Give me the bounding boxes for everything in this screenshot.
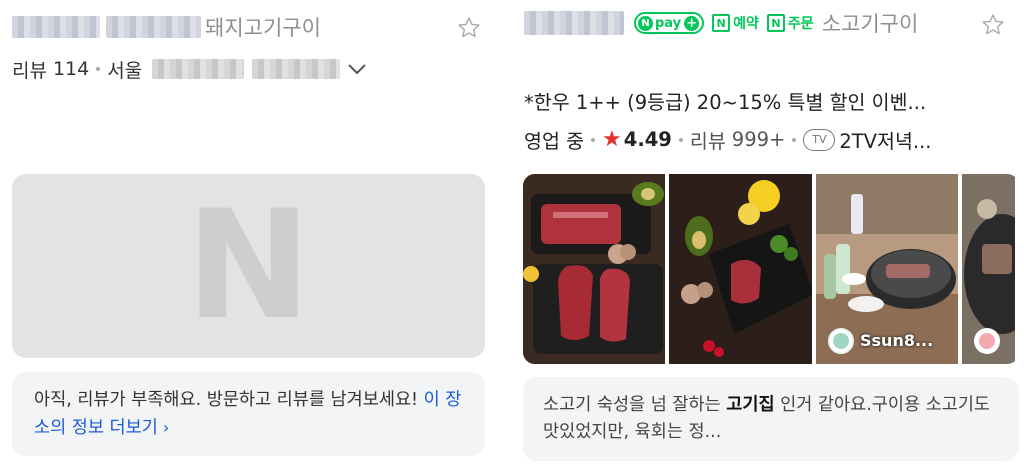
rating-value: 4.49 bbox=[623, 128, 672, 151]
naver-n-icon: N bbox=[638, 15, 653, 31]
chevron-down-icon[interactable] bbox=[346, 62, 368, 76]
naver-n-icon: N bbox=[712, 14, 731, 32]
photo-username: Ssun8... bbox=[860, 331, 934, 350]
promo-text: *한우 1++ (9등급) 20~15% 특별 할인 이벤... bbox=[524, 91, 927, 114]
npay-badge: N pay + bbox=[634, 12, 705, 34]
blurred-address bbox=[252, 59, 341, 79]
separator-dot bbox=[792, 137, 797, 142]
place-category: 돼지고기구이 bbox=[205, 16, 321, 40]
naver-logo-placeholder: N bbox=[185, 179, 312, 353]
tv-program: 2TV저녁... bbox=[839, 130, 932, 153]
order-badge: N 주문 bbox=[766, 13, 814, 33]
review-snippet-box[interactable]: 소고기 숙성을 넘 잘하는 고기집 인거 같아요.구이용 소고기도 맛있었지만,… bbox=[523, 377, 1019, 461]
blurred-address bbox=[152, 59, 245, 79]
blurred-place-name bbox=[12, 16, 100, 38]
empty-review-text: 아직, 리뷰가 부족해요. 방문하고 리뷰를 남겨보세요! bbox=[34, 390, 419, 410]
blurred-place-name bbox=[524, 11, 624, 35]
review-count: 114 bbox=[52, 58, 90, 80]
place-title-row[interactable]: N pay + N 예약 N 주문 소고기구이 bbox=[524, 8, 918, 38]
review-label: 리뷰 bbox=[689, 130, 726, 153]
photo-grill-table[interactable]: Ssun8... bbox=[816, 174, 958, 364]
user-avatar bbox=[974, 328, 1000, 354]
bookmark-star-icon[interactable] bbox=[454, 13, 484, 43]
review-label: 리뷰 bbox=[12, 59, 47, 82]
review-count: 999+ bbox=[731, 128, 786, 151]
photo-raw-beef-board[interactable] bbox=[523, 174, 665, 364]
plus-icon: + bbox=[684, 15, 700, 31]
blurred-place-name bbox=[106, 16, 201, 38]
naver-n-icon: N bbox=[766, 14, 785, 32]
image-placeholder: N bbox=[12, 174, 485, 358]
review-highlight: 고기집 bbox=[726, 395, 775, 415]
photo-steak-lemon[interactable] bbox=[669, 174, 812, 364]
photo-strip[interactable]: Ssun8... bbox=[523, 174, 1019, 364]
place-category: 소고기구이 bbox=[821, 12, 919, 36]
rating-star-icon: ★ bbox=[602, 126, 622, 152]
place-meta-row: 리뷰 114 서울 bbox=[12, 56, 368, 82]
status-row: 영업 중 ★ 4.49 리뷰 999+ TV 2TV저녁... bbox=[524, 125, 931, 154]
business-status: 영업 중 bbox=[524, 130, 585, 153]
user-avatar bbox=[828, 328, 854, 354]
place-title-row[interactable]: 돼지고기구이 bbox=[12, 12, 321, 42]
place-card-right[interactable]: N pay + N 예약 N 주문 소고기구이 *한우 1++ (9등급) 20… bbox=[512, 0, 1024, 469]
empty-review-box: 아직, 리뷰가 부족해요. 방문하고 리뷰를 남겨보세요! 이 장소의 정보 더… bbox=[12, 372, 485, 456]
photo-grill-partial[interactable] bbox=[962, 174, 1015, 364]
separator-dot bbox=[96, 67, 101, 71]
place-card-left[interactable]: 돼지고기구이 리뷰 114 서울 N 아직, 리뷰가 부족해요. 방문하고 리뷰… bbox=[0, 0, 500, 469]
tv-icon: TV bbox=[803, 128, 836, 151]
bookmark-star-icon[interactable] bbox=[978, 10, 1008, 40]
separator-dot bbox=[591, 137, 596, 142]
separator-dot bbox=[678, 137, 683, 142]
location-city: 서울 bbox=[107, 59, 143, 82]
reservation-badge: N 예약 bbox=[712, 13, 759, 33]
